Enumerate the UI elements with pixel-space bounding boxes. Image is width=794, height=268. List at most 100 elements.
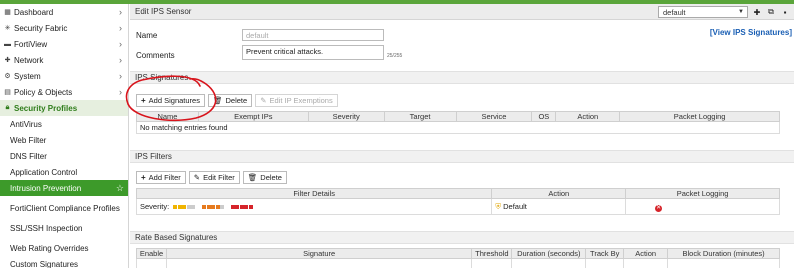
sidebar-item-dashboard[interactable]: ▦ Dashboard › <box>0 4 128 20</box>
section-title: IPS Signatures <box>135 73 189 82</box>
dashboard-icon: ▦ <box>4 9 11 16</box>
comments-row: Comments <box>136 51 175 60</box>
sidebar-item-web-rating-overrides[interactable]: Web Rating Overrides <box>0 240 128 256</box>
view-ips-signatures-link[interactable]: [View IPS Signatures] <box>710 28 792 37</box>
sidebar-item-label: Web Rating Overrides <box>10 243 89 253</box>
sidebar-item-custom-signatures[interactable]: Custom Signatures <box>0 256 128 268</box>
edit-ip-exemptions-button[interactable]: ✎ Edit IP Exemptions <box>255 94 338 107</box>
chevron-right-icon: › <box>119 87 122 97</box>
delete-icon[interactable]: ▪ <box>780 7 790 17</box>
sidebar-item-label: Dashboard <box>14 7 54 17</box>
policy-icon: ▤ <box>4 89 11 96</box>
delete-filter-button[interactable]: 🗑︎ Delete <box>242 171 287 184</box>
lock-icon: 🔒︎ <box>5 104 10 111</box>
page-title: Edit IPS Sensor <box>135 7 192 16</box>
edit-filter-button[interactable]: ✎ Edit Filter <box>188 171 240 184</box>
button-label: Add Signatures <box>148 96 200 105</box>
column-header[interactable]: Enable <box>136 248 167 259</box>
sidebar-item-label: Policy & Objects <box>14 87 73 97</box>
comments-label: Comments <box>136 51 175 60</box>
column-header[interactable]: Filter Details <box>135 188 493 199</box>
sidebar-item-label: Security Fabric <box>14 23 68 33</box>
sidebar-item-label: FortiClient Compliance Profiles <box>10 203 120 213</box>
column-header[interactable]: Target <box>383 111 457 122</box>
sidebar-item-intrusion-prevention[interactable]: Intrusion Prevention ☆ <box>0 180 128 196</box>
sidebar-item-label: Web Filter <box>10 135 47 145</box>
column-header[interactable]: Severity <box>307 111 385 122</box>
column-header[interactable]: Track By <box>585 248 625 259</box>
button-label: Add Filter <box>148 173 181 182</box>
column-header[interactable]: Action <box>623 248 669 259</box>
sidebar-item-forticlient-compliance[interactable]: FortiClient Compliance Profiles <box>0 196 128 220</box>
add-signatures-button[interactable]: + Add Signatures <box>136 94 205 107</box>
star-icon[interactable]: ☆ <box>116 183 124 194</box>
chevron-right-icon: › <box>119 23 122 33</box>
sidebar-item-fortiview[interactable]: ▬ FortiView › <box>0 36 128 52</box>
section-title: Rate Based Signatures <box>135 233 218 242</box>
add-filter-button[interactable]: + Add Filter <box>136 171 186 184</box>
chevron-right-icon: › <box>119 55 122 65</box>
plus-icon: + <box>141 96 146 105</box>
sidebar-item-ssl-ssh-inspection[interactable]: SSL/SSH Inspection <box>0 220 128 236</box>
page-header: Edit IPS Sensor default ▼ ✚ ⧉ ▪ <box>130 4 794 20</box>
comments-textarea[interactable]: Prevent critical attacks. <box>242 45 384 60</box>
column-header[interactable]: Duration (seconds) <box>511 248 587 259</box>
table-row[interactable]: Severity: ⛨ Default ✕ <box>135 198 780 215</box>
column-header[interactable]: Service <box>455 111 533 122</box>
sidebar-item-web-filter[interactable]: Web Filter <box>0 132 128 148</box>
comments-value: Prevent critical attacks. <box>246 47 324 56</box>
sidebar-item-label: System <box>14 71 41 81</box>
name-label: Name <box>136 31 158 40</box>
button-label: Delete <box>260 173 282 182</box>
sidebar-item-label: Intrusion Prevention <box>10 183 82 193</box>
ips-filters-section-header: IPS Filters <box>130 150 794 163</box>
column-header[interactable]: Action <box>491 188 627 199</box>
filter-details-cell: Severity: <box>135 198 493 215</box>
sidebar-item-label: Application Control <box>10 167 78 177</box>
sidebar-item-policy-objects[interactable]: ▤ Policy & Objects › <box>0 84 128 100</box>
clone-icon[interactable]: ⧉ <box>766 7 776 17</box>
severity-label: Severity: <box>140 202 170 211</box>
ips-filters-toolbar: + Add Filter ✎ Edit Filter 🗑︎ Delete <box>136 171 287 184</box>
pencil-icon: ✎ <box>260 96 267 105</box>
sidebar-item-security-fabric[interactable]: ✳ Security Fabric › <box>0 20 128 36</box>
add-icon[interactable]: ✚ <box>752 7 762 17</box>
vdom-select[interactable]: default ▼ <box>658 6 748 18</box>
column-header[interactable]: OS <box>531 111 557 122</box>
rate-based-signatures-table: Enable Signature Threshold Duration (sec… <box>136 248 780 268</box>
column-header[interactable]: Exempt IPs <box>197 111 309 122</box>
plus-icon: + <box>141 173 146 182</box>
sidebar-item-antivirus[interactable]: AntiVirus <box>0 116 128 132</box>
column-header[interactable]: Packet Logging <box>619 111 780 122</box>
ips-signatures-toolbar: + Add Signatures 🗑︎ Delete ✎ Edit IP Exe… <box>136 94 338 107</box>
fortiview-icon: ▬ <box>4 40 11 48</box>
delete-signature-button[interactable]: 🗑︎ Delete <box>207 94 253 107</box>
column-header[interactable]: Action <box>555 111 621 122</box>
severity-indicators <box>173 202 253 211</box>
sidebar-section-label: Security Profiles <box>14 103 78 113</box>
gear-icon: ⚙ <box>4 73 11 80</box>
column-header[interactable]: Signature <box>165 248 473 259</box>
chevron-right-icon: › <box>119 71 122 81</box>
char-count: 25/255 <box>387 53 403 59</box>
column-header[interactable]: Block Duration (minutes) <box>667 248 780 259</box>
table-header-row: Filter Details Action Packet Logging <box>135 188 780 199</box>
table-row <box>136 258 780 268</box>
sidebar-section-security-profiles[interactable]: 🔒︎ Security Profiles <box>0 100 128 116</box>
sidebar-item-label: DNS Filter <box>10 151 47 161</box>
caret-down-icon: ▼ <box>738 9 744 15</box>
sidebar-item-label: Network <box>14 55 44 65</box>
column-header[interactable]: Packet Logging <box>625 188 780 199</box>
sidebar-item-application-control[interactable]: Application Control <box>0 164 128 180</box>
sidebar-item-system[interactable]: ⚙ System › <box>0 68 128 84</box>
name-field[interactable]: default <box>242 29 384 41</box>
disabled-x-icon: ✕ <box>655 204 663 212</box>
column-header[interactable]: Name <box>136 111 199 122</box>
action-value: Default <box>503 201 527 211</box>
ips-signatures-section-header: IPS Signatures <box>130 71 794 84</box>
sidebar-item-network[interactable]: ✚ Network › <box>0 52 128 68</box>
packet-logging-cell: ✕ <box>625 198 780 215</box>
pencil-icon: ✎ <box>193 173 201 182</box>
column-header[interactable]: Threshold <box>471 248 513 259</box>
sidebar-item-dns-filter[interactable]: DNS Filter <box>0 148 128 164</box>
